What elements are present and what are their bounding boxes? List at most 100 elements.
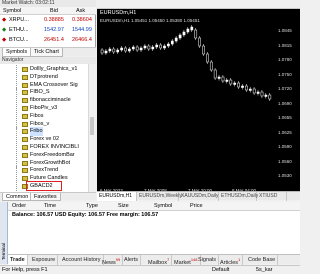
terminal-tab[interactable]: News99 bbox=[100, 255, 124, 266]
candle-body bbox=[182, 31, 186, 36]
candle-body bbox=[128, 48, 131, 52]
price-scale: 1.0845 1.0815 1.0780 1.0750 1.0720 1.0690 1.06… bbox=[276, 28, 300, 188]
candle-body bbox=[256, 91, 260, 94]
candle-body bbox=[209, 61, 213, 71]
highlight-box bbox=[26, 181, 62, 191]
bid-cell: 1542.97 bbox=[44, 27, 64, 33]
terminal-tab-label: Exposure bbox=[32, 257, 56, 263]
chart-tab[interactable]: XTIUSD bbox=[257, 192, 287, 201]
price-label: 1.0690 bbox=[278, 100, 292, 106]
candle-body bbox=[178, 34, 182, 39]
terminal-column-header[interactable]: Symbol bbox=[154, 202, 172, 211]
price-label: 1.0625 bbox=[278, 129, 292, 135]
terminal-header: Order Time Type Size Symbol Price bbox=[0, 202, 300, 211]
tab-tick-chart[interactable]: Tick Chart bbox=[30, 48, 63, 57]
ask-cell: 1544.99 bbox=[72, 27, 92, 33]
terminal-tab-label: Signals bbox=[198, 257, 217, 263]
symbol-cell: XRPU... bbox=[9, 17, 29, 23]
price-label: 1.0780 bbox=[278, 57, 292, 62]
price-label: 1.0590 bbox=[278, 144, 292, 149]
chart-tab[interactable]: EURUSDm,H1 bbox=[97, 192, 137, 201]
terminal-tab[interactable]: Signals bbox=[196, 255, 220, 265]
profile-name: Default bbox=[212, 267, 230, 273]
terminal-tab-label: Account History bbox=[62, 257, 101, 263]
candle-body bbox=[241, 85, 244, 88]
price-label: 1.0815 bbox=[278, 42, 292, 48]
candle-body bbox=[233, 82, 237, 85]
candle-body bbox=[198, 37, 201, 47]
terminal-tabs: Trade Exposure Account History News99 Alerts… bbox=[8, 254, 300, 266]
price-label: 1.0720 bbox=[278, 86, 292, 91]
candle-body bbox=[174, 37, 178, 42]
market-watch-title: Market Watch: 03:02:11 bbox=[0, 0, 96, 7]
badge-count: 7 bbox=[166, 257, 170, 262]
terminal-tab[interactable]: Articles1 bbox=[218, 255, 244, 266]
candle-body bbox=[147, 45, 151, 50]
terminal-column-header[interactable]: Price bbox=[190, 202, 203, 211]
candle-body bbox=[159, 44, 162, 49]
candle-body bbox=[202, 45, 205, 55]
candle-body bbox=[237, 82, 240, 88]
price-label: 1.0655 bbox=[278, 115, 292, 120]
candle-body bbox=[260, 91, 264, 97]
terminal-tab[interactable]: Trade bbox=[8, 255, 28, 265]
chart-tab[interactable]: XAUUSDm,Daily bbox=[179, 192, 219, 201]
symbol-cell: ETHU... bbox=[9, 27, 29, 33]
terminal-tab[interactable]: Alerts bbox=[122, 255, 142, 265]
down-arrow-icon: ◆ bbox=[2, 17, 7, 23]
price-label: 1.0530 bbox=[278, 173, 292, 178]
down-arrow-icon: ◆ bbox=[2, 37, 7, 43]
terminal-tab[interactable]: Exposure bbox=[30, 255, 59, 265]
terminal-tab-label: Alerts bbox=[124, 257, 139, 263]
candle-body bbox=[124, 47, 127, 52]
ask-column-header[interactable]: Ask bbox=[76, 7, 85, 15]
terminal-column-header[interactable]: Type bbox=[86, 202, 98, 211]
price-label: 1.0560 bbox=[278, 158, 292, 164]
candle-body bbox=[120, 47, 123, 51]
indicator-icon bbox=[22, 106, 28, 111]
indicator-icon bbox=[22, 113, 28, 119]
connection-status: 5s_kar bbox=[256, 267, 273, 273]
chart-tab[interactable]: ETHUSDm,Daily bbox=[219, 192, 258, 201]
terminal-tab[interactable]: Account History bbox=[60, 255, 104, 265]
terminal-column-header[interactable]: Time bbox=[44, 202, 56, 211]
ask-cell: 0.38604 bbox=[72, 17, 92, 23]
terminal-column-header[interactable]: Order bbox=[12, 202, 26, 211]
terminal-tab[interactable]: Mailbox7 bbox=[146, 255, 173, 266]
terminal-tab-label: Code Base bbox=[248, 257, 276, 263]
tree-line bbox=[16, 182, 21, 191]
bid-column-header[interactable]: Bid bbox=[50, 7, 58, 15]
candle-body bbox=[131, 46, 135, 50]
indicator-icon bbox=[22, 121, 28, 127]
indicator-icon bbox=[22, 74, 28, 80]
indicator-icon bbox=[22, 82, 28, 88]
candle-body bbox=[104, 50, 108, 54]
candle-body bbox=[135, 46, 139, 51]
up-arrow-icon: ◆ bbox=[2, 27, 7, 33]
terminal-column-header[interactable]: Size bbox=[118, 202, 129, 211]
tab-common[interactable]: Common bbox=[2, 193, 33, 201]
candle-body bbox=[213, 69, 217, 79]
tab-symbols[interactable]: Symbols bbox=[2, 48, 32, 57]
badge-count: 99 bbox=[115, 257, 121, 262]
candle-body bbox=[248, 88, 252, 91]
scrollbar-thumb[interactable] bbox=[90, 117, 94, 135]
symbol-column-header[interactable]: Symbol bbox=[3, 7, 21, 15]
candle-body bbox=[268, 94, 272, 100]
tab-favorites[interactable]: Favorites bbox=[30, 193, 61, 201]
indicator-icon bbox=[22, 160, 28, 166]
candle-body bbox=[139, 47, 143, 51]
candlestick-chart[interactable] bbox=[97, 20, 275, 188]
market-watch-row[interactable]: ◆ BTCU... 26451.4 26466.4 bbox=[0, 36, 96, 45]
market-watch-row[interactable]: ◆ XRPU... 0.38885 0.38604 bbox=[0, 16, 96, 25]
market-watch-row[interactable]: ◆ ETHU... 1542.97 1544.99 bbox=[0, 26, 96, 35]
price-label: 1.0845 bbox=[278, 28, 292, 33]
candle-body bbox=[245, 85, 248, 91]
candle-body bbox=[155, 44, 159, 48]
navigator-title: Navigator bbox=[0, 57, 96, 64]
symbol-cell: BTCU... bbox=[9, 37, 29, 43]
terminal-tab[interactable]: Code Base bbox=[246, 255, 279, 265]
terminal-tab-label: Trade bbox=[10, 257, 25, 263]
candle-body bbox=[151, 46, 155, 50]
chart-tab[interactable]: EURUSDm,Weekly bbox=[137, 192, 182, 201]
